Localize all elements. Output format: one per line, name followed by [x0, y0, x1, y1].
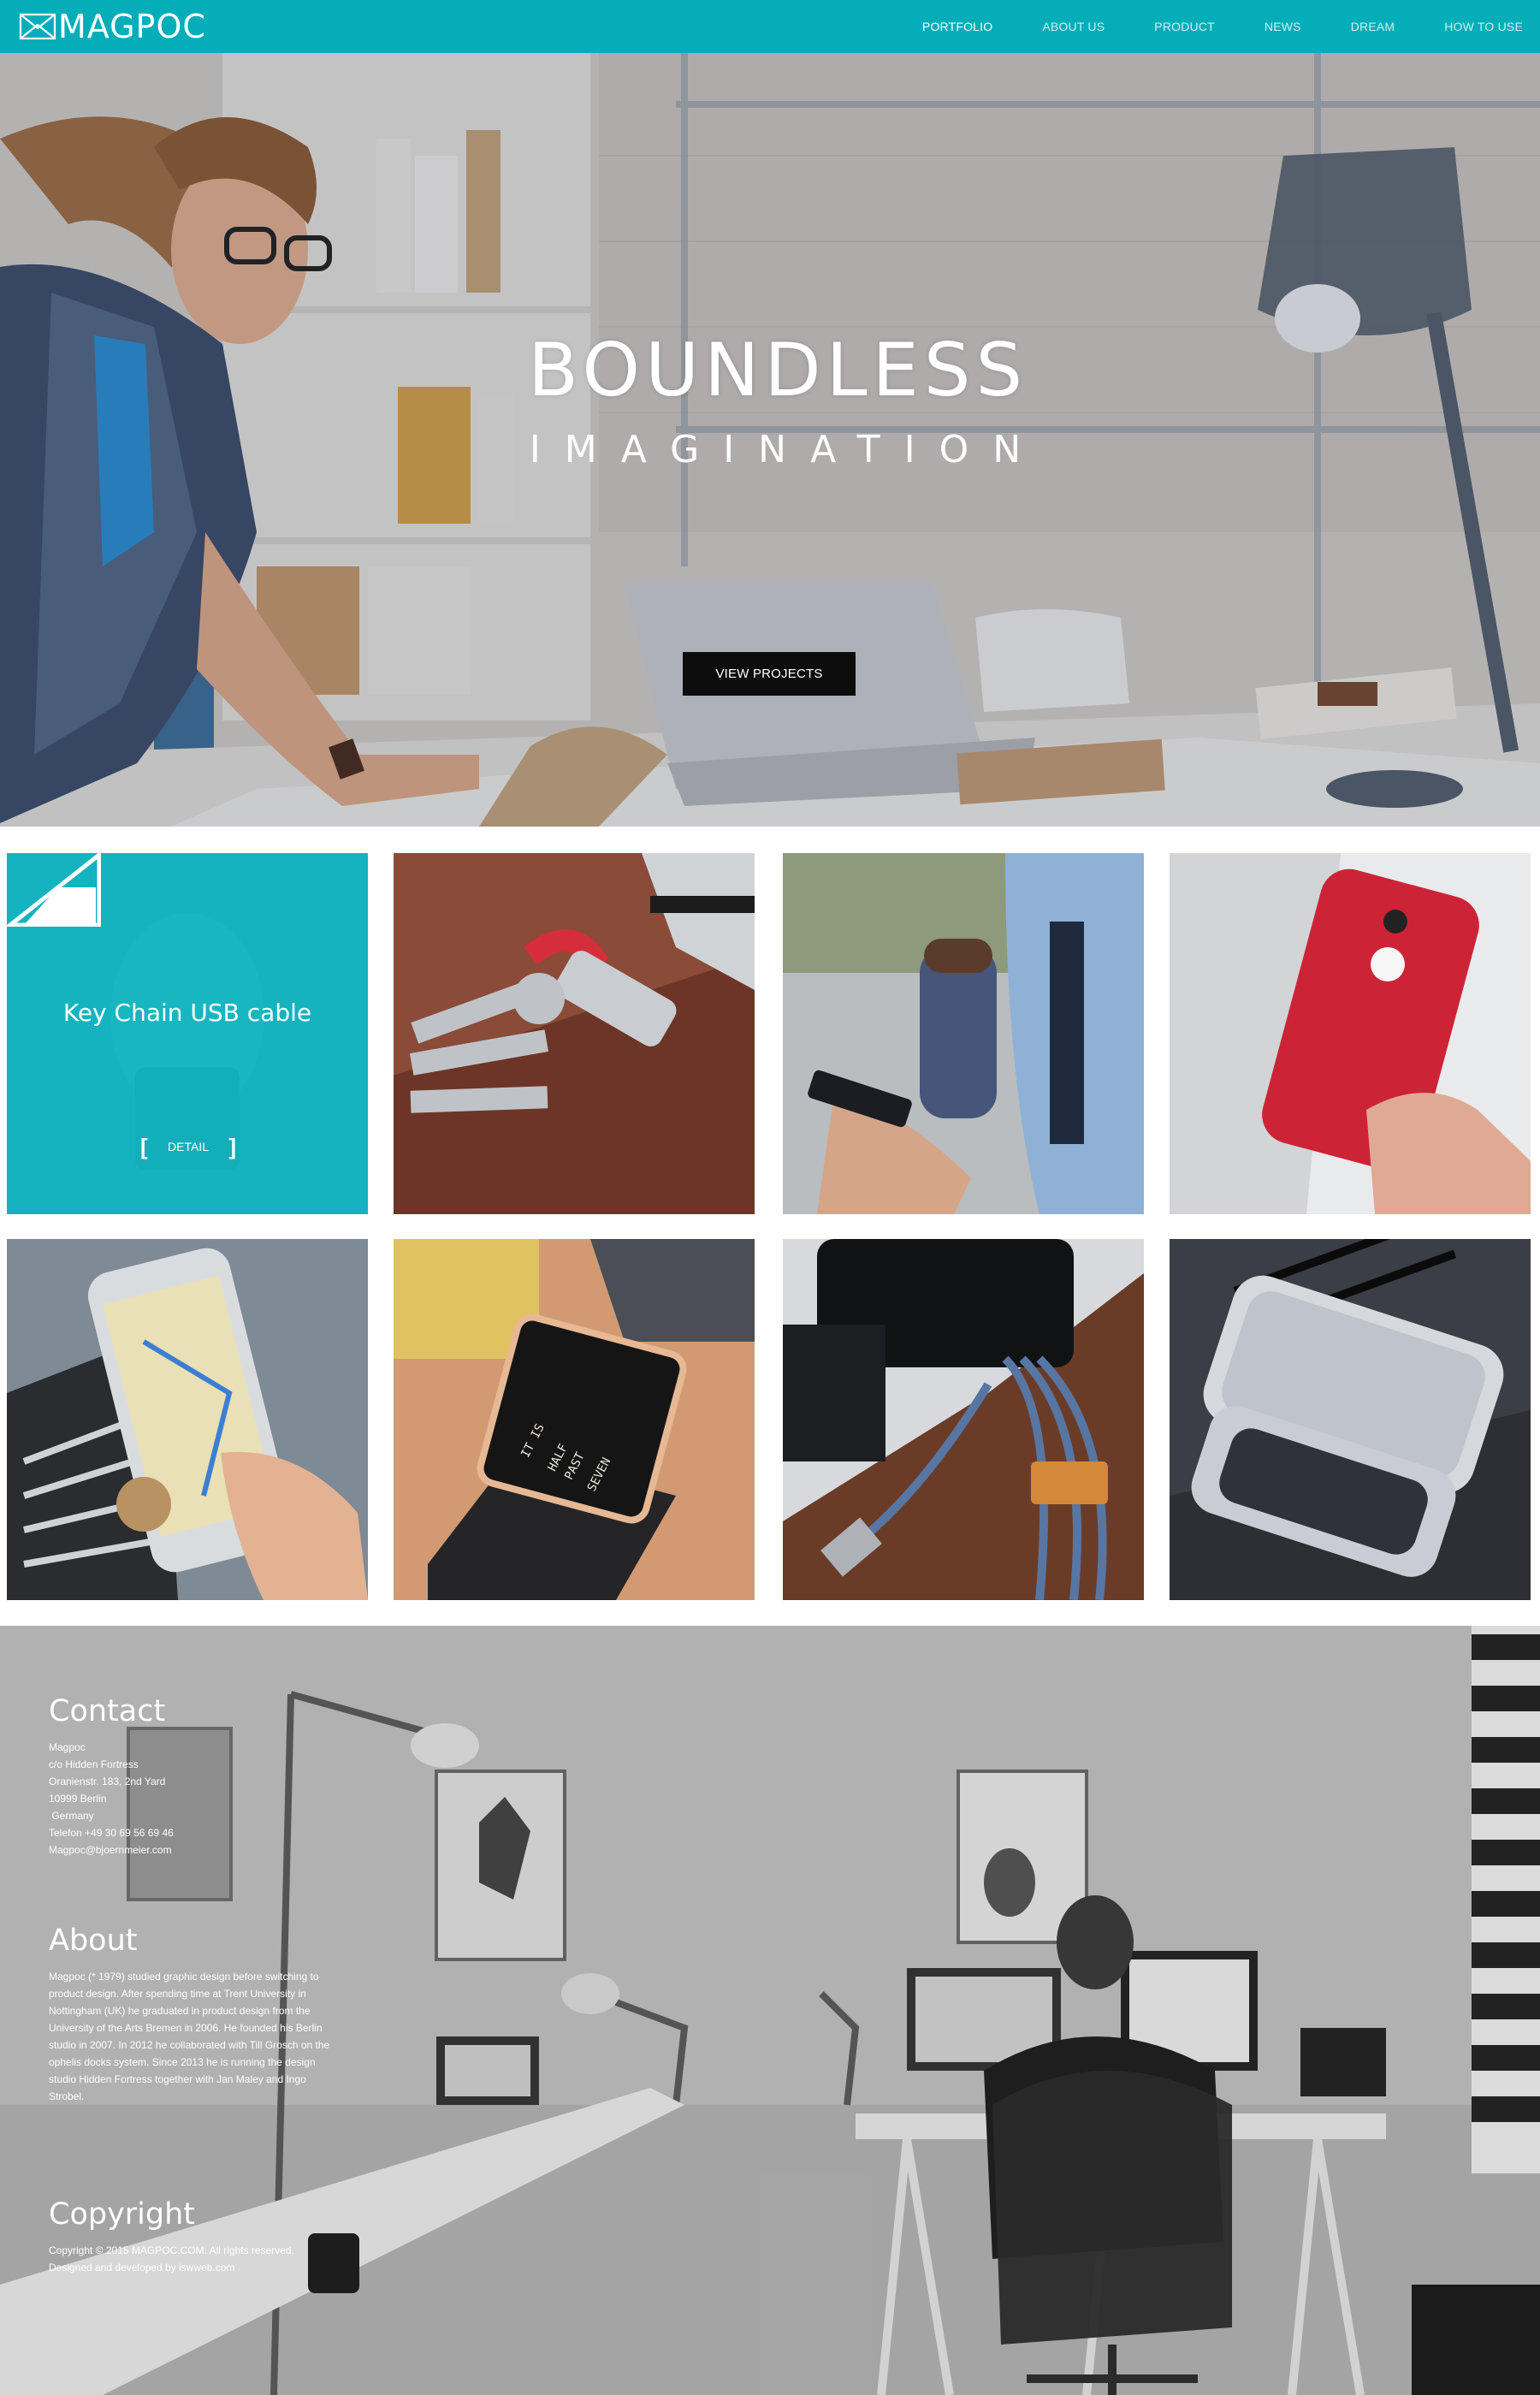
- contact-email[interactable]: Magpoc@bjoernmeier.com: [49, 1841, 340, 1858]
- nav-item-dream[interactable]: DREAM: [1351, 20, 1395, 33]
- copyright-heading: Copyright: [49, 2197, 196, 2232]
- denim-usb-cable-photo: [783, 1239, 1144, 1600]
- contact-section: Contact Magpoc c/o Hidden Fortress Orani…: [49, 1694, 340, 1858]
- about-text: Magpoc (* 1979) studied graphic design b…: [49, 1971, 330, 2102]
- contact-line: Oranienstr. 183, 2nd Yard: [49, 1776, 166, 1787]
- detail-bracket-right: ]: [228, 1134, 236, 1159]
- nav-item-news[interactable]: NEWS: [1265, 20, 1301, 33]
- contact-line: 10999 Berlin: [49, 1793, 107, 1805]
- corner-triangle-icon: [7, 853, 101, 927]
- nav-item-how-to-use[interactable]: HOW TO USE: [1444, 20, 1523, 33]
- copyright-section: Copyright Copyright © 2015 MAGPOC.COM. A…: [49, 2197, 340, 2276]
- portfolio-tile-car-mount[interactable]: [7, 1239, 368, 1600]
- portfolio-tile-featured[interactable]: Key Chain USB cable [ DETAIL ]: [7, 853, 368, 1214]
- portfolio-tile-watch[interactable]: IT IS HALF PAST SEVEN: [394, 1239, 755, 1600]
- portfolio-tile-tumbler[interactable]: [783, 853, 1144, 1214]
- contact-heading: Contact: [49, 1694, 166, 1728]
- detail-bracket-left: [: [140, 1134, 148, 1159]
- car-phone-mount-photo: [7, 1239, 368, 1600]
- featured-product-name: Key Chain USB cable: [62, 999, 312, 1027]
- hero-subtitle: IMAGINATION: [529, 428, 1045, 471]
- footer: Contact Magpoc c/o Hidden Fortress Orani…: [0, 1626, 1540, 2395]
- portfolio-tile-phone-bumper[interactable]: [1170, 1239, 1531, 1600]
- hero-banner: BOUNDLESS IMAGINATION VIEW PROJECTS: [0, 53, 1540, 827]
- logo-text: MAGPOC: [58, 8, 206, 45]
- keys-usb-keychain-photo: [394, 853, 755, 1214]
- detail-button-label: DETAIL: [168, 1140, 209, 1153]
- detail-button[interactable]: [ DETAIL ]: [140, 1134, 236, 1159]
- credit-line[interactable]: Designed and developed by iswweb.com: [49, 2259, 340, 2276]
- red-phone-case-photo: [1170, 853, 1531, 1214]
- about-heading: About: [49, 1924, 138, 1958]
- contact-line: Magpoc: [49, 1741, 86, 1753]
- phone-bumper-photo: [1170, 1239, 1531, 1600]
- logo-mark-icon: [19, 13, 56, 40]
- hero-title: BOUNDLESS: [527, 328, 1028, 413]
- portfolio-tile-keys-usb[interactable]: [394, 853, 755, 1214]
- portfolio-tile-denim-cable[interactable]: [783, 1239, 1144, 1600]
- view-projects-button[interactable]: VIEW PROJECTS: [683, 652, 856, 696]
- contact-line: Germany: [49, 1810, 94, 1822]
- tumbler-phone-photo: [783, 853, 1144, 1214]
- portfolio-tile-red-case[interactable]: [1170, 853, 1531, 1214]
- top-navigation-bar: MAGPOC PORTFOLIO ABOUT US PRODUCT NEWS D…: [0, 0, 1540, 53]
- main-nav: PORTFOLIO ABOUT US PRODUCT NEWS DREAM HO…: [873, 0, 1523, 53]
- about-section: About Magpoc (* 1979) studied graphic de…: [49, 1924, 340, 2105]
- contact-line: c/o Hidden Fortress: [49, 1758, 139, 1770]
- nav-item-product[interactable]: PRODUCT: [1154, 20, 1215, 33]
- contact-phone: Telefon +49 30 69 56 69 46: [49, 1827, 174, 1839]
- copyright-line: Copyright © 2015 MAGPOC.COM. All rights …: [49, 2244, 294, 2256]
- square-watch-photo: IT ISHALFPASTSEVEN: [394, 1239, 755, 1600]
- nav-item-about-us[interactable]: ABOUT US: [1042, 20, 1105, 33]
- nav-item-portfolio[interactable]: PORTFOLIO: [922, 20, 992, 33]
- logo[interactable]: MAGPOC: [19, 0, 206, 53]
